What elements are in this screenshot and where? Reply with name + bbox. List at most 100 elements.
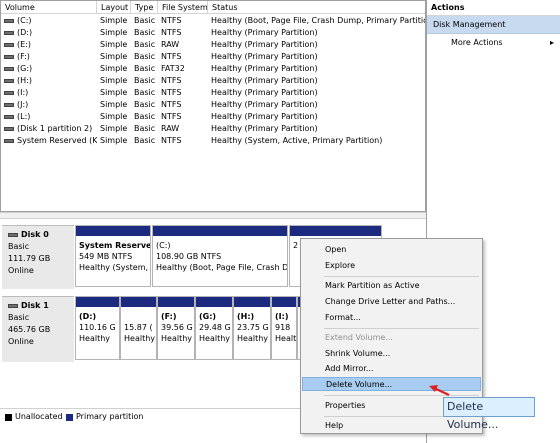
partition-size: 15.87 ( (124, 323, 153, 332)
disk1-label[interactable]: Disk 1 Basic 465.76 GB Online (2, 296, 74, 362)
layout-cell: Simple (100, 28, 128, 37)
partition-status: Healthy (161, 334, 193, 343)
disk0-partition-c[interactable]: (C:) 108.90 GB NTFS Healthy (Boot, Page … (152, 225, 288, 287)
table-row[interactable]: (J:) Simple Basic NTFS Healthy (Primary Part… (1, 99, 425, 111)
disk0-type: Basic (8, 242, 30, 251)
menu-separator (324, 328, 479, 329)
menu-item-explore[interactable]: Explore (302, 259, 481, 273)
menu-item-add-mirror[interactable]: Add Mirror... (302, 362, 481, 376)
type-cell: Basic (134, 16, 156, 25)
table-row[interactable]: (G:) Simple Basic FAT32 Healthy (Primary Par… (1, 63, 425, 75)
table-row[interactable]: (L:) Simple Basic NTFS Healthy (Primary Part… (1, 111, 425, 123)
status-cell: Healthy (Primary Partition) (211, 28, 318, 37)
chevron-right-icon: ▸ (549, 38, 554, 47)
volume-name-cell: (C:) (1, 15, 97, 27)
disk1-partition-h[interactable]: (H:) 23.75 G Healthy (233, 296, 271, 360)
table-row[interactable]: (I:) Simple Basic NTFS Healthy (Primary Part… (1, 87, 425, 99)
type-cell: Basic (134, 28, 156, 37)
volume-icon (4, 138, 14, 143)
volume-name-cell: (G:) (1, 63, 97, 75)
status-cell: Healthy (Primary Partition) (211, 112, 318, 121)
menu-item-delete-volume[interactable]: Delete Volume... (302, 377, 481, 391)
type-cell: Basic (134, 64, 156, 73)
volume-name: (E:) (17, 40, 31, 49)
partition-name: System Reserve (79, 241, 151, 250)
volume-icon (4, 114, 14, 119)
disk0-size: 111.79 GB (8, 254, 51, 263)
volume-icon (4, 30, 14, 35)
menu-separator (324, 395, 479, 396)
table-row[interactable]: (H:) Simple Basic NTFS Healthy (Primary Part… (1, 75, 425, 87)
more-actions-label: More Actions (451, 38, 503, 47)
actions-section-disk-management[interactable]: Disk Management (427, 16, 560, 34)
table-row[interactable]: (E:) Simple Basic RAW Healthy (Primary Parti… (1, 39, 425, 51)
disk1-type: Basic (8, 313, 30, 322)
column-type[interactable]: Type (131, 1, 158, 14)
type-cell: Basic (134, 124, 156, 133)
volume-name-cell: (E:) (1, 39, 97, 51)
volume-name-cell: (I:) (1, 87, 97, 99)
column-layout[interactable]: Layout (97, 1, 131, 14)
disk1-partition-2[interactable]: 15.87 ( Healthy (120, 296, 157, 360)
disk-icon (8, 303, 18, 308)
disk1-partition-f[interactable]: (F:) 39.56 G Healthy (157, 296, 195, 360)
menu-item-change-drive-letter[interactable]: Change Drive Letter and Paths... (302, 295, 481, 309)
more-actions-link[interactable]: More Actions ▸ (427, 34, 560, 52)
disk0-label[interactable]: Disk 0 Basic 111.79 GB Online (2, 225, 74, 289)
table-row[interactable]: (F:) Simple Basic NTFS Healthy (Primary Part… (1, 51, 425, 63)
status-cell: Healthy (Primary Partition) (211, 88, 318, 97)
file-system-cell: RAW (161, 124, 180, 133)
volume-name-cell: (F:) (1, 51, 97, 63)
menu-item-shrink-volume[interactable]: Shrink Volume... (302, 347, 481, 361)
layout-cell: Simple (100, 136, 128, 145)
volume-name: (F:) (17, 52, 30, 61)
partition-size: 918 (275, 323, 291, 332)
volume-list-header: Volume Layout Type File System Status (1, 1, 425, 14)
partition-name: (I:) (275, 312, 289, 321)
menu-item-open[interactable]: Open (302, 243, 481, 257)
table-row[interactable]: System Reserved (K:) Simple Basic NTFS Healt… (1, 135, 425, 147)
disk1-partition-i[interactable]: (I:) 918 Healt (271, 296, 297, 360)
disk0-partition-system-reserved[interactable]: System Reserve 549 MB NTFS Healthy (Syst… (75, 225, 151, 287)
volume-icon (4, 18, 14, 23)
legend-unallocated: Unallocated (15, 412, 63, 421)
column-file-system[interactable]: File System (158, 1, 208, 14)
volume-icon (4, 102, 14, 107)
table-row[interactable]: (Disk 1 partition 2) Simple Basic RAW Health… (1, 123, 425, 135)
disk-icon (8, 232, 18, 237)
menu-item-mark-partition-active[interactable]: Mark Partition as Active (302, 279, 481, 293)
partition-size: 549 MB NTFS (79, 252, 133, 261)
layout-cell: Simple (100, 40, 128, 49)
legend-primary-partition: Primary partition (76, 412, 144, 421)
tooltip-delete-volume: Delete Volume... (443, 397, 535, 431)
disk1-partition-g[interactable]: (G:) 29.48 G Healthy (195, 296, 233, 360)
menu-item-format[interactable]: Format... (302, 311, 481, 325)
volume-name: System Reserved (K:) (17, 136, 97, 145)
partition-status: Healthy (237, 334, 269, 343)
disk1-partition-d[interactable]: (D:) 110.16 G Healthy (75, 296, 120, 360)
volume-name: (L:) (17, 112, 31, 121)
type-cell: Basic (134, 100, 156, 109)
table-row[interactable]: (D:) Simple Basic NTFS Healthy (Primary Part… (1, 27, 425, 39)
partition-name (124, 311, 156, 322)
partition-size: 23.75 G (237, 323, 269, 332)
status-cell: Healthy (Primary Partition) (211, 100, 318, 109)
partition-size: 29.48 G (199, 323, 231, 332)
table-row[interactable]: (C:) Simple Basic NTFS Healthy (Boot, Page F… (1, 15, 425, 27)
disk1-size: 465.76 GB (8, 325, 51, 334)
pane-splitter[interactable] (0, 212, 426, 219)
status-cell: Healthy (System, Active, Primary Partiti… (211, 136, 383, 145)
column-status[interactable]: Status (208, 1, 425, 14)
disk0-name: Disk 0 (21, 230, 49, 239)
column-volume[interactable]: Volume (1, 1, 97, 14)
partition-status: Healthy (Boot, Page File, Crash Du (156, 263, 288, 272)
volume-name-cell: (H:) (1, 75, 97, 87)
status-cell: Healthy (Primary Partition) (211, 64, 318, 73)
type-cell: Basic (134, 88, 156, 97)
partition-status: Healthy (System, (79, 263, 149, 272)
volume-name-cell: (D:) (1, 27, 97, 39)
file-system-cell: RAW (161, 40, 180, 49)
layout-cell: Simple (100, 100, 128, 109)
partition-name: (F:) (161, 312, 177, 321)
type-cell: Basic (134, 40, 156, 49)
